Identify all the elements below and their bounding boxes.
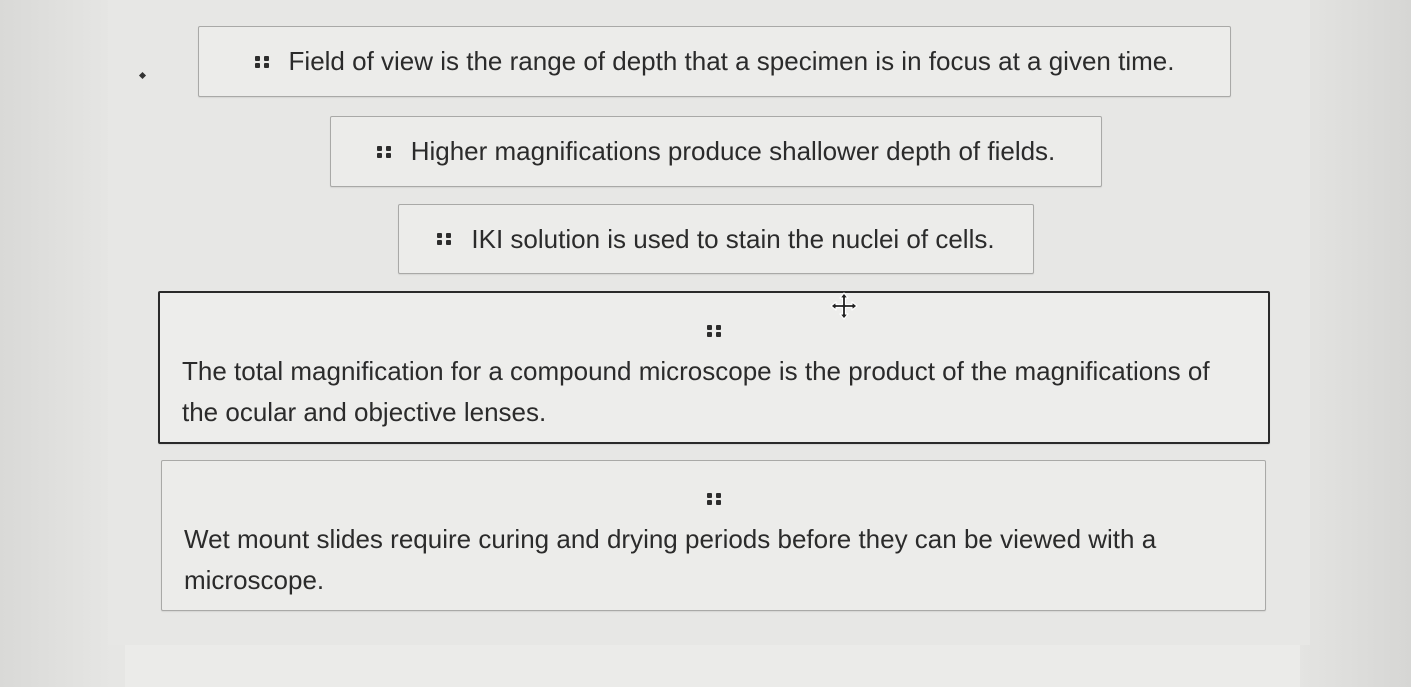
statement-card-1[interactable]: Field of view is the range of depth that… [198, 26, 1231, 97]
statement-card-2[interactable]: Higher magnifications produce shallower … [330, 116, 1102, 187]
statement-text: Wet mount slides require curing and dryi… [184, 524, 1157, 595]
statement-card-4[interactable]: The total magnification for a compound m… [158, 291, 1270, 444]
statement-text: IKI solution is used to stain the nuclei… [471, 223, 995, 254]
drag-handle-icon[interactable] [437, 233, 452, 245]
statement-text: The total magnification for a compound m… [182, 356, 1210, 427]
drag-handle-icon[interactable] [376, 145, 391, 158]
statement-text: Higher magnifications produce shallower … [410, 136, 1056, 166]
statement-text: Field of view is the range of depth that… [288, 46, 1175, 76]
move-cursor-icon [830, 292, 858, 320]
statement-card-3[interactable]: IKI solution is used to stain the nuclei… [398, 204, 1034, 274]
drop-zone-strip [125, 645, 1300, 687]
drag-handle-icon[interactable] [254, 55, 269, 68]
drag-handle-icon[interactable] [706, 493, 721, 505]
statement-card-5[interactable]: Wet mount slides require curing and dryi… [161, 460, 1266, 611]
drag-handle-icon[interactable] [707, 325, 721, 337]
